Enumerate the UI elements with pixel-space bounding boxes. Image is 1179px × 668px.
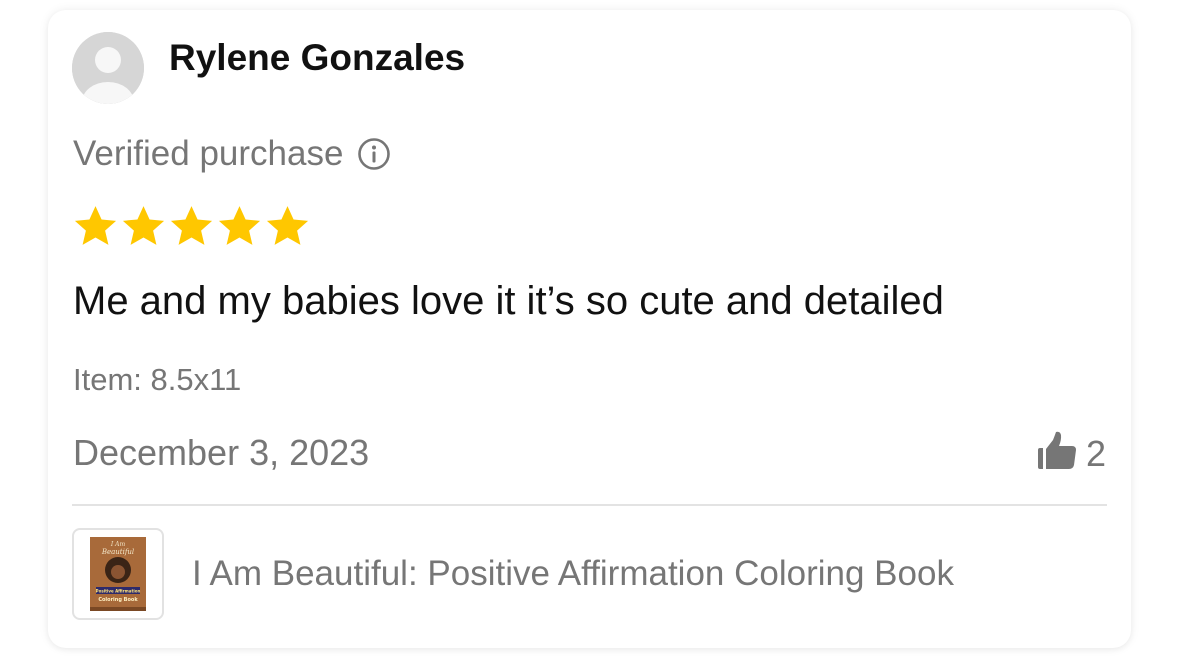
- verified-purchase: Verified purchase: [73, 132, 391, 176]
- reviewer-name: Rylene Gonzales: [169, 37, 466, 78]
- review-date: December 3, 2023: [73, 432, 370, 473]
- item-variant: Item: 8.5x11: [73, 362, 242, 397]
- star-icon: [264, 203, 311, 250]
- thumbs-up-icon: [1034, 429, 1078, 478]
- svg-text:Beautiful: Beautiful: [101, 548, 134, 556]
- default-avatar-icon: [72, 32, 144, 104]
- helpful-count: 2: [1085, 432, 1106, 474]
- product-title[interactable]: I Am Beautiful: Positive Affirmation Col…: [192, 552, 954, 596]
- product-thumbnail[interactable]: I Am Beautiful Positive Affirmation Colo…: [72, 528, 164, 620]
- info-circle-icon[interactable]: [357, 137, 391, 171]
- star-icon: [168, 203, 215, 250]
- divider: [72, 504, 1107, 506]
- svg-text:Positive Affirmation: Positive Affirmation: [96, 589, 141, 594]
- star-rating: [72, 203, 311, 250]
- star-icon: [216, 203, 263, 250]
- product-link[interactable]: I Am Beautiful Positive Affirmation Colo…: [72, 528, 954, 620]
- review-text: Me and my babies love it it’s so cute an…: [73, 279, 944, 323]
- verified-purchase-label: Verified purchase: [73, 134, 344, 173]
- star-icon: [120, 203, 167, 250]
- svg-text:I Am: I Am: [110, 541, 126, 548]
- avatar: [72, 32, 144, 104]
- star-icon: [72, 203, 119, 250]
- review-card: Rylene Gonzales Verified purchase Me and…: [48, 10, 1131, 648]
- helpful-button[interactable]: 2: [1034, 429, 1106, 478]
- book-cover-image: I Am Beautiful Positive Affirmation Colo…: [90, 537, 146, 611]
- svg-text:Coloring Book: Coloring Book: [98, 597, 138, 603]
